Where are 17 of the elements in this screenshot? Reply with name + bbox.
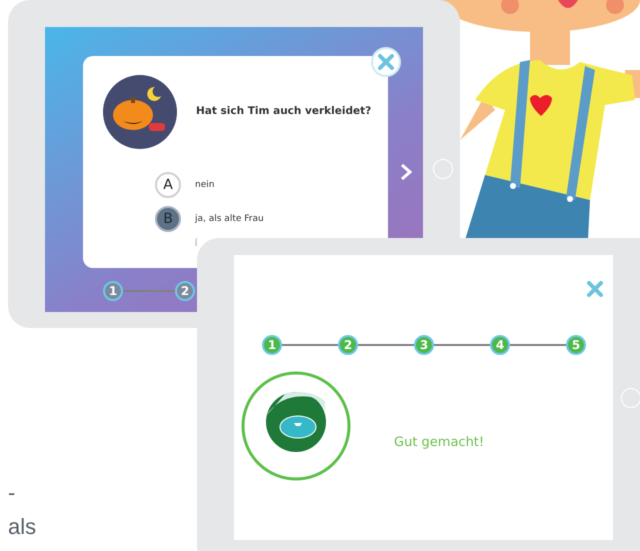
home-button[interactable] xyxy=(621,388,640,408)
progress-step[interactable]: 1 xyxy=(103,281,123,301)
progress-step[interactable]: 2 xyxy=(175,281,195,301)
progress-step[interactable]: 4 xyxy=(490,335,510,355)
home-button[interactable] xyxy=(433,159,453,179)
success-message: Gut gemacht! xyxy=(394,435,484,450)
progress-step[interactable]: 3 xyxy=(414,335,434,355)
progress-step[interactable]: 1 xyxy=(262,335,282,355)
side-text: - xyxy=(8,480,16,506)
question-text: Hat sich Tim auch verkleidet? xyxy=(196,105,372,117)
side-text: als xyxy=(8,514,36,540)
close-icon[interactable] xyxy=(586,280,604,298)
answer-text: ja, als alte Frau xyxy=(195,214,264,224)
progress-step[interactable]: 2 xyxy=(338,335,358,355)
progress-step[interactable]: 5 xyxy=(566,335,586,355)
next-chevron-icon[interactable] xyxy=(400,163,412,181)
answer-text: nein xyxy=(195,180,214,190)
